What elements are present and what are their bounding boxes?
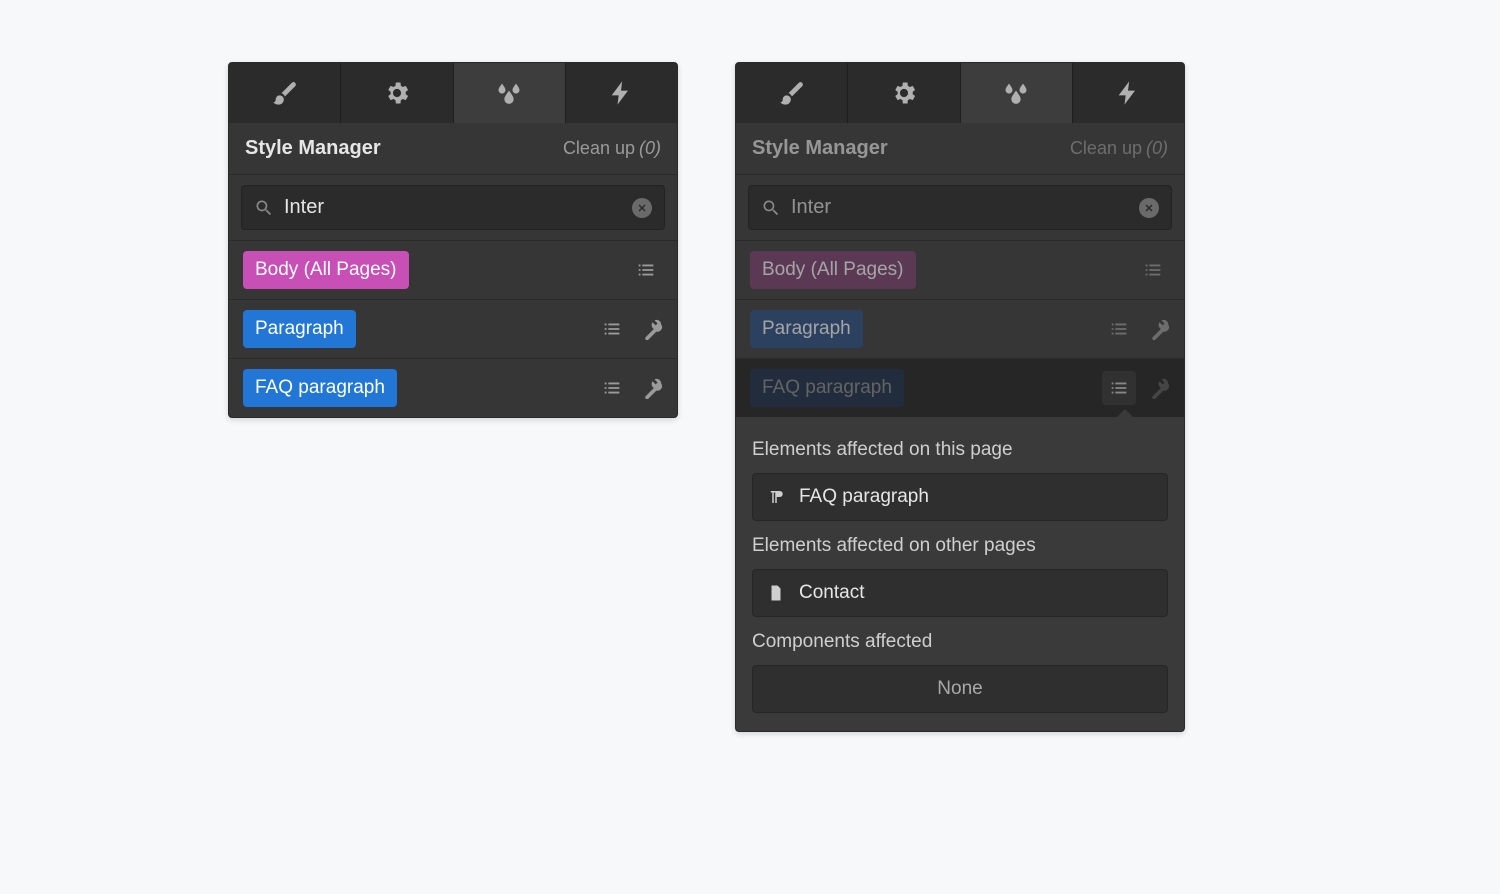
affected-page-item[interactable]: Contact [752,569,1168,617]
style-tag: Body (All Pages) [243,251,409,289]
popover-arrow [1116,409,1134,418]
style-tag: FAQ paragraph [750,369,904,407]
tab-style-manager[interactable] [454,63,566,123]
droplets-icon [1002,79,1030,107]
list-icon [1142,259,1164,281]
wrench-icon[interactable] [1148,377,1170,399]
clear-search-button[interactable] [632,198,652,218]
affected-elements-button[interactable] [1136,253,1170,287]
list-icon [1108,318,1130,340]
tab-styles[interactable] [736,63,848,123]
style-row-faq-paragraph[interactable]: FAQ paragraph [229,359,677,417]
panel-header: Style Manager Clean up (0) [736,123,1184,175]
lightning-icon [607,79,635,107]
wrench-icon[interactable] [1148,318,1170,340]
style-row-paragraph[interactable]: Paragraph [229,300,677,359]
style-tag: Body (All Pages) [750,251,916,289]
popover-section-components: Components affected [752,631,1168,653]
search-input[interactable] [284,196,622,219]
list-icon [635,259,657,281]
affected-element-item[interactable]: FAQ paragraph [752,473,1168,521]
affected-elements-popover: Elements affected on this page FAQ parag… [736,417,1184,731]
style-tag: Paragraph [750,310,863,348]
clear-search-button[interactable] [1139,198,1159,218]
close-icon [1143,202,1155,214]
cleanup-link[interactable]: Clean up (0) [1070,138,1168,159]
panel-title: Style Manager [752,137,888,160]
close-icon [636,202,648,214]
tab-settings[interactable] [341,63,453,123]
style-manager-panel: Style Manager Clean up (0) Body (All Pag… [228,62,678,418]
panel-tabs [229,63,677,123]
affected-elements-button[interactable] [595,312,629,346]
components-none: None [752,665,1168,713]
style-row-paragraph[interactable]: Paragraph [736,300,1184,359]
droplets-icon [495,79,523,107]
page-icon [767,584,785,602]
brush-icon [778,79,806,107]
style-row-body[interactable]: Body (All Pages) [736,241,1184,300]
style-row-body[interactable]: Body (All Pages) [229,241,677,300]
lightning-icon [1114,79,1142,107]
panel-tabs [736,63,1184,123]
panel-header: Style Manager Clean up (0) [229,123,677,175]
search-container [736,175,1184,241]
wrench-icon[interactable] [641,377,663,399]
tab-interactions[interactable] [566,63,677,123]
gear-icon [383,79,411,107]
affected-elements-button[interactable] [1102,371,1136,405]
tab-interactions[interactable] [1073,63,1184,123]
search-field[interactable] [748,185,1172,230]
affected-elements-button[interactable] [1102,312,1136,346]
popover-section-this-page: Elements affected on this page [752,439,1168,461]
style-manager-panel-with-popover: Style Manager Clean up (0) Body (All Pag… [735,62,1185,732]
cleanup-link[interactable]: Clean up (0) [563,138,661,159]
search-icon [761,198,781,218]
popover-section-other-pages: Elements affected on other pages [752,535,1168,557]
tab-style-manager[interactable] [961,63,1073,123]
affected-elements-button[interactable] [595,371,629,405]
brush-icon [271,79,299,107]
tab-settings[interactable] [848,63,960,123]
search-icon [254,198,274,218]
panel-title: Style Manager [245,137,381,160]
list-icon [601,318,623,340]
search-container [229,175,677,241]
list-icon [1108,377,1130,399]
style-tag: Paragraph [243,310,356,348]
search-input[interactable] [791,196,1129,219]
affected-elements-button[interactable] [629,253,663,287]
wrench-icon[interactable] [641,318,663,340]
tab-styles[interactable] [229,63,341,123]
style-tag: FAQ paragraph [243,369,397,407]
list-icon [601,377,623,399]
search-field[interactable] [241,185,665,230]
gear-icon [890,79,918,107]
paragraph-type-icon [767,488,785,506]
